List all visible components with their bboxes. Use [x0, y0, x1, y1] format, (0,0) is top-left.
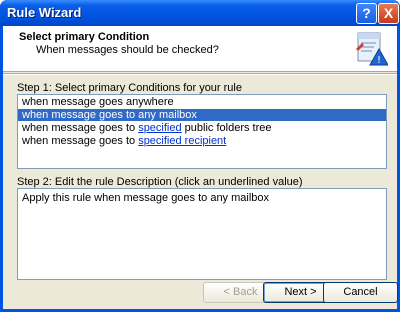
list-item[interactable]: when message goes to specified public fo…: [18, 122, 386, 134]
step2-label: Step 2: Edit the rule Description (click…: [17, 176, 303, 188]
condition-text: when message goes to: [22, 122, 139, 134]
wizard-document-icon: !: [356, 32, 388, 66]
condition-text: when message goes anywhere: [22, 96, 174, 108]
title-bar[interactable]: Rule Wizard ? X: [0, 0, 400, 26]
page-subtitle: When messages should be checked?: [36, 44, 219, 56]
list-item[interactable]: when message goes to specified recipient: [18, 135, 386, 147]
rule-description-box[interactable]: Apply this rule when message goes to any…: [17, 188, 387, 280]
condition-text: public folders tree: [181, 122, 272, 134]
step1-label: Step 1: Select primary Conditions for yo…: [17, 82, 242, 94]
window-title: Rule Wizard: [7, 5, 82, 20]
specified-recipient-link[interactable]: specified recipient: [138, 135, 226, 147]
page-title: Select primary Condition: [19, 31, 150, 43]
condition-text: when message goes to any mailbox: [22, 109, 197, 121]
rule-description-text: Apply this rule when message goes to any…: [22, 192, 270, 204]
specified-link[interactable]: specified: [138, 122, 181, 134]
header-separator: [3, 73, 397, 75]
list-item[interactable]: when message goes anywhere: [18, 96, 386, 108]
svg-text:!: !: [377, 55, 381, 66]
help-button[interactable]: ?: [356, 3, 377, 24]
list-item[interactable]: when message goes to any mailbox: [18, 109, 386, 121]
condition-text: when message goes to: [22, 135, 139, 147]
cancel-button[interactable]: Cancel: [323, 282, 398, 303]
rule-wizard-window: Rule Wizard ? X Select primary Condition…: [0, 0, 400, 312]
wizard-client-area: Select primary Condition When messages s…: [3, 26, 398, 309]
close-button[interactable]: X: [378, 3, 399, 24]
conditions-list[interactable]: when message goes anywhere when message …: [17, 94, 387, 169]
wizard-header: Select primary Condition When messages s…: [3, 26, 397, 72]
